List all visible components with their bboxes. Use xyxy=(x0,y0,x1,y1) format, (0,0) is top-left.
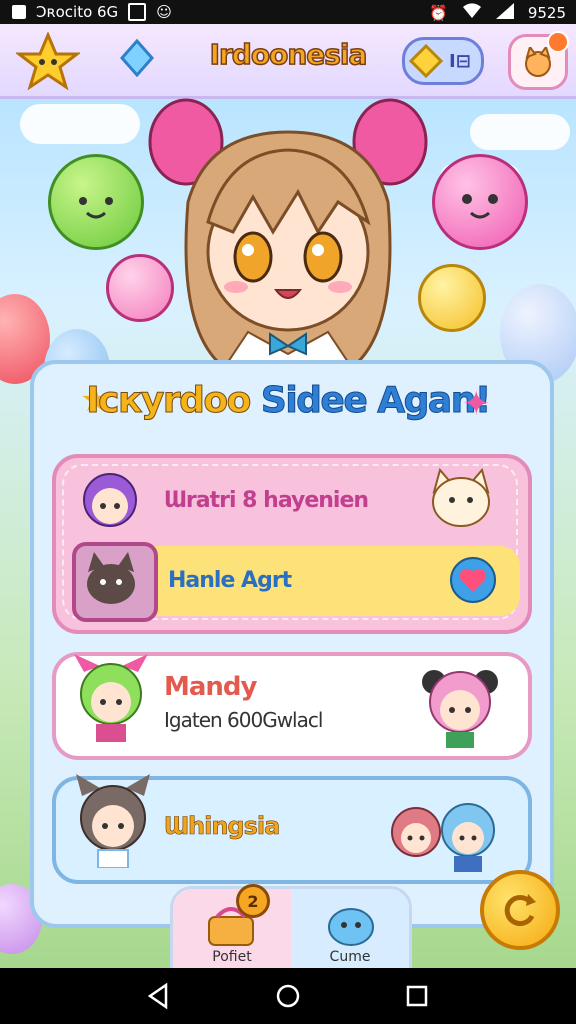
diamond-button[interactable] xyxy=(118,38,156,78)
gem-value: I⊟ xyxy=(449,50,471,72)
clock-text: 9525 xyxy=(527,4,566,22)
dark-cat-avatar[interactable] xyxy=(72,542,158,622)
tab-pofiet-label: Pofiet xyxy=(212,949,252,965)
refresh-coin-icon xyxy=(504,894,536,927)
profile-button[interactable] xyxy=(508,31,569,90)
coin-button[interactable] xyxy=(480,870,560,950)
recents-icon[interactable] xyxy=(402,981,432,1011)
tab-pofiet[interactable]: Pofiet xyxy=(173,889,291,971)
bow-decoration-icon: ✦ xyxy=(462,384,491,424)
card-1-subtitle: Hanle Agrt xyxy=(168,568,292,593)
cloud xyxy=(20,104,140,144)
tab-cume[interactable]: Cume xyxy=(291,889,409,971)
diamond-icon xyxy=(120,39,154,77)
signal-icon xyxy=(495,3,514,23)
android-nav-bar xyxy=(0,968,576,1024)
yellow-balloon xyxy=(418,264,486,332)
brown-hair-avatar xyxy=(70,774,156,872)
carrier-text: Ɔʀocito 6G xyxy=(36,3,119,21)
status-bar: Ɔʀocito 6G ☺ ⏰ 9525 xyxy=(0,0,576,24)
anime-girl-character xyxy=(148,92,428,364)
duo-avatars xyxy=(384,792,504,876)
game-title: Irdoonesia xyxy=(209,37,368,72)
panel-title: Icкyrdoo Sidee Agan! xyxy=(78,380,498,422)
wifi-icon xyxy=(462,3,482,23)
gem-icon xyxy=(409,44,443,78)
cloud xyxy=(470,114,570,150)
white-cat-avatar xyxy=(424,464,498,538)
alarm-icon: ⏰ xyxy=(429,4,448,22)
notification-dot xyxy=(547,31,569,53)
green-hair-avatar xyxy=(70,654,152,748)
pink-balloon xyxy=(432,154,528,250)
blue-creature-icon xyxy=(328,908,374,946)
card-3-name: Ɯhingsia xyxy=(164,812,281,841)
tab-cume-label: Cume xyxy=(329,949,371,965)
star-mascot-button[interactable] xyxy=(10,30,86,92)
green-balloon xyxy=(48,154,144,250)
gem-counter[interactable]: I⊟ xyxy=(402,37,484,85)
tab-badge: 2 xyxy=(236,884,270,918)
bottom-dock: Pofiet Cume xyxy=(170,886,412,974)
panel-title-right: Sidee Agan! xyxy=(260,380,491,422)
purple-hair-avatar xyxy=(78,470,142,538)
card-2-name: Mandy xyxy=(164,672,257,702)
image-icon xyxy=(12,5,26,19)
pink-hair-avatar xyxy=(414,662,506,752)
back-icon[interactable] xyxy=(144,981,174,1011)
cat-face-icon xyxy=(525,47,551,77)
cat-icon: ☺ xyxy=(156,3,172,21)
star-icon xyxy=(16,32,80,90)
card-2-description: Igaten 600Gwlacl xyxy=(164,708,323,732)
home-icon[interactable] xyxy=(273,981,303,1011)
panel-title-left: Icкyrdoo xyxy=(86,380,252,422)
heart-icon[interactable] xyxy=(448,556,498,608)
notification-icon xyxy=(128,3,147,21)
card-1-title: Ɯratri 8 hayenien xyxy=(164,488,369,513)
